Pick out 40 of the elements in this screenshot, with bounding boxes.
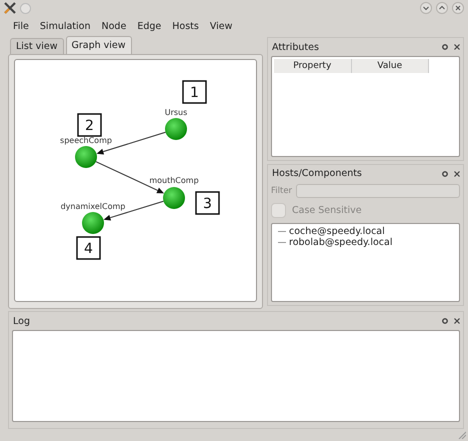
node-number-label: 3 [195,191,220,215]
minimize-button[interactable] [420,2,432,14]
maximize-button[interactable] [436,2,448,14]
close-icon[interactable] [454,170,460,177]
close-icon[interactable] [454,44,460,50]
menu-item[interactable]: Node [102,20,126,32]
node-number-label: 2 [77,113,102,137]
menu-item[interactable]: Hosts [172,20,199,32]
dock-title: Log [13,316,31,326]
graph-node[interactable] [75,146,97,168]
dock-title: Hosts/Components [272,168,363,180]
graph-node[interactable] [165,118,187,140]
node-label: dynamixelComp [60,202,126,211]
menu-item[interactable]: Simulation [40,20,91,32]
graph-node[interactable] [82,212,104,234]
column-header[interactable]: Value [352,59,429,73]
node-number-label: 4 [76,236,101,260]
resize-grip-icon [458,431,466,439]
close-icon[interactable] [454,318,460,324]
close-button[interactable] [452,2,464,14]
float-icon[interactable] [442,44,448,50]
node-label: mouthComp [149,176,199,185]
node-label: Ursus [164,108,188,117]
menu-item[interactable]: Edge [137,20,162,32]
float-icon[interactable] [442,318,448,324]
tab[interactable]: List view [10,38,64,54]
tab[interactable]: Graph view [66,36,132,54]
filter-label: Filter [271,186,292,196]
tree-item[interactable]: robolab@speedy.local [289,236,392,248]
checkbox-label: Case Sensitive [292,205,362,216]
graph-node[interactable] [163,187,185,209]
dock-title: Attributes [272,42,320,52]
column-header[interactable]: Property [274,59,352,73]
node-number-label: 1 [182,80,207,104]
menu-item[interactable]: View [210,20,232,32]
menu-item[interactable]: File [13,20,29,32]
float-icon[interactable] [442,170,448,177]
app-logo-icon [4,2,16,14]
tree-item[interactable]: coche@speedy.local [289,226,385,237]
node-label: speechComp [60,136,112,145]
